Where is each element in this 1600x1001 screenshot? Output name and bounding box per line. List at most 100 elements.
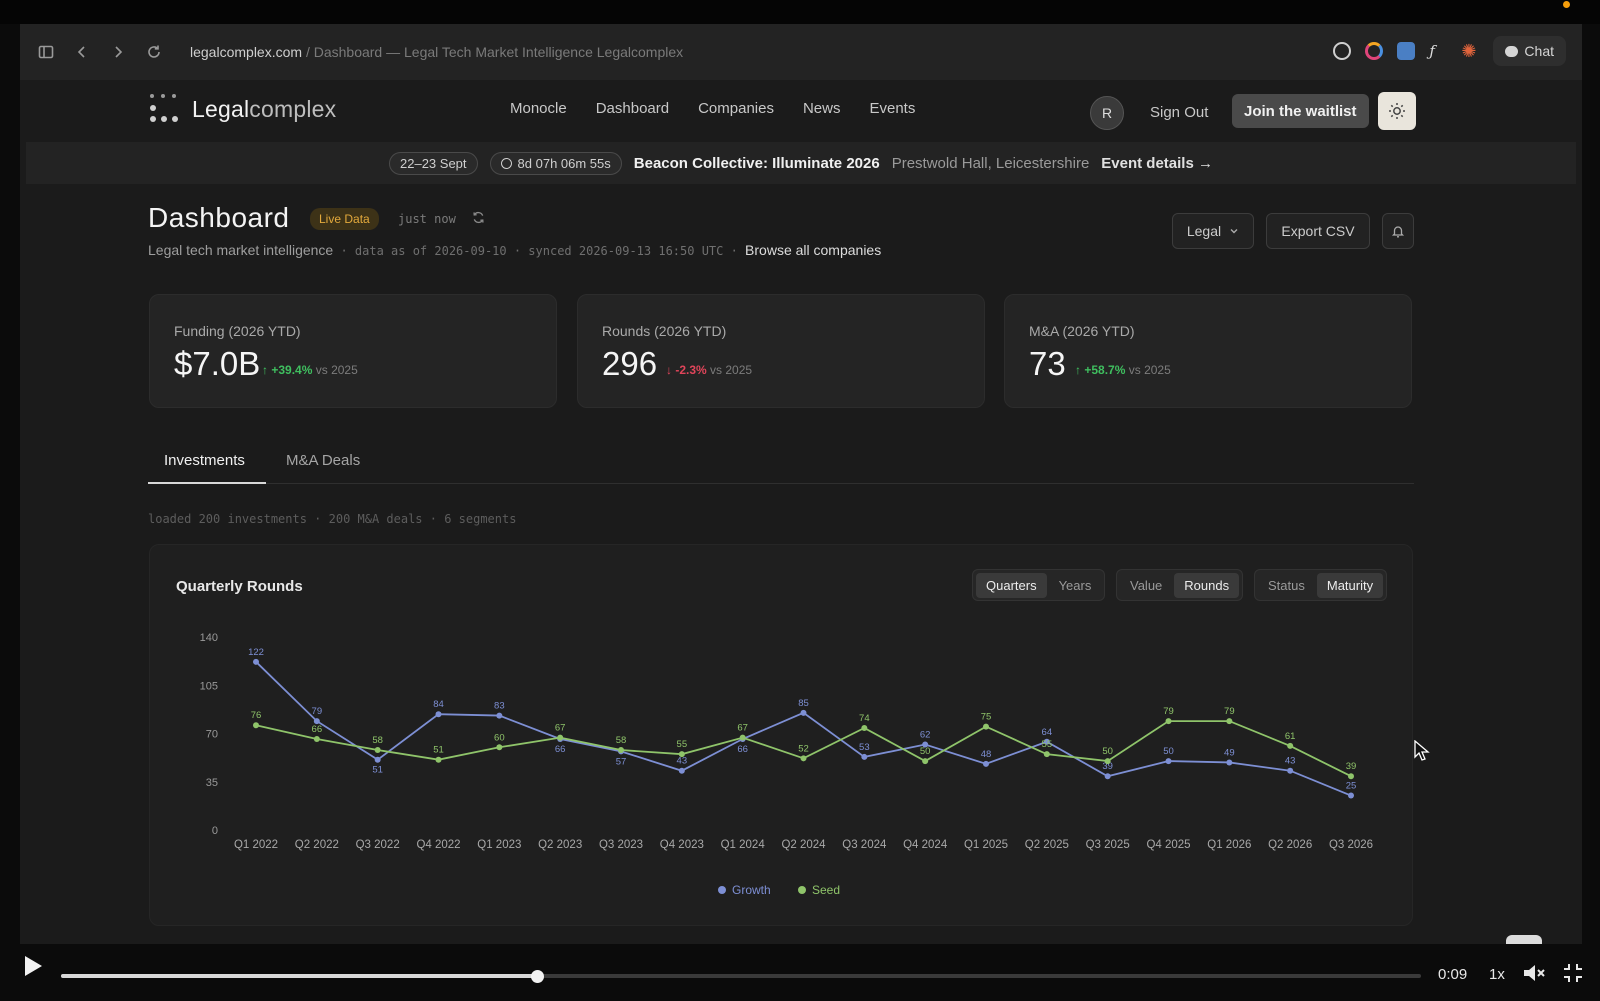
url-path: / Dashboard — Legal Tech Market Intellig…	[302, 44, 684, 60]
x-tick-label: Q4 2025	[1146, 839, 1190, 851]
data-label-growth: 85	[798, 698, 809, 709]
data-label-seed: 55	[677, 739, 688, 750]
data-point-growth	[374, 756, 381, 763]
tab-investments[interactable]: Investments	[164, 452, 245, 469]
data-point-growth	[1104, 773, 1111, 780]
theme-toggle-button[interactable]	[1378, 92, 1416, 130]
nav-link-news[interactable]: News	[803, 100, 841, 117]
recording-indicator	[1563, 1, 1570, 8]
stat-card-rounds: Rounds (2026 YTD) 296 ↓ -2.3% vs 2025	[577, 294, 985, 408]
stat-delta: ↑ +58.7% vs 2025	[1075, 363, 1171, 377]
data-label-growth: 62	[920, 730, 931, 741]
data-label-growth: 83	[494, 701, 505, 712]
segment-filter-dropdown[interactable]: Legal	[1172, 213, 1254, 249]
play-icon	[25, 956, 42, 976]
site-page: Legalcomplex Monocle Dashboard Companies…	[26, 80, 1576, 944]
join-waitlist-button[interactable]: Join the waitlist	[1232, 94, 1369, 128]
nav-link-dashboard[interactable]: Dashboard	[596, 100, 669, 117]
data-label-growth: 48	[981, 749, 992, 760]
data-label-seed: 55	[1042, 739, 1053, 750]
extension-blue-icon[interactable]	[1397, 42, 1416, 60]
chat-bubble-icon	[1505, 45, 1519, 57]
data-label-growth: 25	[1346, 781, 1357, 792]
stat-label: M&A (2026 YTD)	[1029, 323, 1135, 339]
sidebar-toggle-icon[interactable]	[28, 34, 64, 70]
sign-out-link[interactable]: Sign Out	[1150, 104, 1208, 121]
event-dates-pill: 22–23 Sept	[389, 151, 478, 175]
extension-fx-icon[interactable]: ƒ	[1429, 42, 1447, 60]
data-point-seed	[1165, 718, 1172, 725]
y-tick-label: 105	[200, 680, 218, 692]
play-button[interactable]	[22, 954, 44, 983]
extension-ring-icon[interactable]	[1365, 42, 1384, 60]
avatar[interactable]: R	[1090, 96, 1124, 130]
line-chart: 0 35 70 105 140 Q1 2022 Q2 2022 Q3 2022 Q4 2022 Q…	[200, 632, 1373, 897]
data-point-growth	[1348, 792, 1354, 799]
x-tick-label: Q2 2024	[781, 839, 826, 851]
site-nav: Legalcomplex Monocle Dashboard Companies…	[26, 80, 1576, 142]
data-label-seed: 67	[737, 723, 748, 734]
data-point-seed	[983, 723, 989, 730]
stat-value: 296	[602, 345, 658, 382]
stat-value: 73	[1029, 345, 1066, 382]
data-point-growth	[1226, 759, 1233, 766]
refresh-icon[interactable]	[472, 211, 485, 229]
x-tick-label: Q1 2023	[477, 839, 521, 851]
scrubber-handle[interactable]	[531, 970, 544, 983]
back-icon[interactable]	[64, 34, 100, 70]
x-tick-label: Q3 2023	[599, 839, 643, 851]
legend-label-seed: Seed	[812, 883, 840, 897]
y-tick-label: 140	[200, 632, 218, 644]
mute-button[interactable]	[1522, 962, 1546, 989]
stat-card-funding: Funding (2026 YTD) $7.0B ↑ +39.4% vs 202…	[149, 294, 557, 408]
reload-icon[interactable]	[136, 34, 172, 70]
data-point-seed	[253, 722, 259, 729]
chat-button[interactable]: Chat	[1493, 36, 1566, 66]
y-tick-label: 70	[206, 729, 218, 741]
notifications-button[interactable]	[1382, 213, 1414, 249]
data-label-growth: 49	[1224, 747, 1235, 758]
nav-link-events[interactable]: Events	[869, 100, 915, 117]
browse-companies-link[interactable]: Browse all companies	[745, 242, 881, 258]
nav-link-companies[interactable]: Companies	[698, 100, 774, 117]
scrubber-progress	[61, 974, 537, 978]
data-point-seed	[557, 734, 564, 741]
tab-ma-deals[interactable]: M&A Deals	[286, 452, 360, 469]
exit-fullscreen-icon	[1564, 964, 1582, 982]
x-tick-label: Q2 2026	[1268, 839, 1312, 851]
data-label-growth: 50	[1163, 746, 1174, 757]
extension-burst-icon[interactable]: ✺	[1461, 42, 1479, 60]
data-label-seed: 58	[372, 735, 383, 746]
logo[interactable]: Legalcomplex	[150, 94, 336, 124]
extension-openai-icon[interactable]	[1333, 42, 1352, 60]
playback-speed-button[interactable]: 1x	[1489, 966, 1505, 983]
data-label-growth: 122	[248, 647, 264, 658]
clock-icon	[500, 157, 512, 169]
event-countdown: 8d 07h 06m 55s	[517, 155, 611, 171]
data-point-growth	[1165, 758, 1172, 765]
address-bar[interactable]: legalcomplex.com / Dashboard — Legal Tec…	[190, 44, 683, 60]
y-tick-label: 35	[206, 777, 218, 789]
forward-icon[interactable]	[100, 34, 136, 70]
data-label-growth: 79	[312, 706, 323, 717]
x-tick-label: Q4 2022	[416, 839, 460, 851]
x-tick-label: Q1 2025	[964, 839, 1008, 851]
x-tick-label: Q2 2025	[1025, 839, 1069, 851]
event-venue: Prestwold Hall, Leicestershire	[891, 154, 1090, 172]
data-point-seed	[435, 756, 442, 763]
data-point-seed	[374, 747, 381, 754]
x-tick-label: Q1 2026	[1207, 839, 1251, 851]
export-csv-button[interactable]: Export CSV	[1266, 213, 1370, 249]
bell-icon	[1391, 226, 1405, 238]
data-label-seed: 66	[312, 724, 323, 735]
x-tick-label: Q4 2023	[660, 839, 704, 851]
video-scrubber[interactable]	[61, 970, 1421, 983]
url-domain: legalcomplex.com	[190, 44, 303, 60]
data-point-seed	[800, 755, 807, 762]
exit-fullscreen-button[interactable]	[1562, 962, 1584, 989]
event-details-link[interactable]: Event details →	[1101, 155, 1213, 172]
nav-link-monocle[interactable]: Monocle	[510, 100, 567, 117]
data-label-growth: 43	[677, 756, 688, 767]
browser-toolbar: legalcomplex.com / Dashboard — Legal Tec…	[20, 24, 1582, 80]
logo-text: Legalcomplex	[192, 95, 337, 122]
